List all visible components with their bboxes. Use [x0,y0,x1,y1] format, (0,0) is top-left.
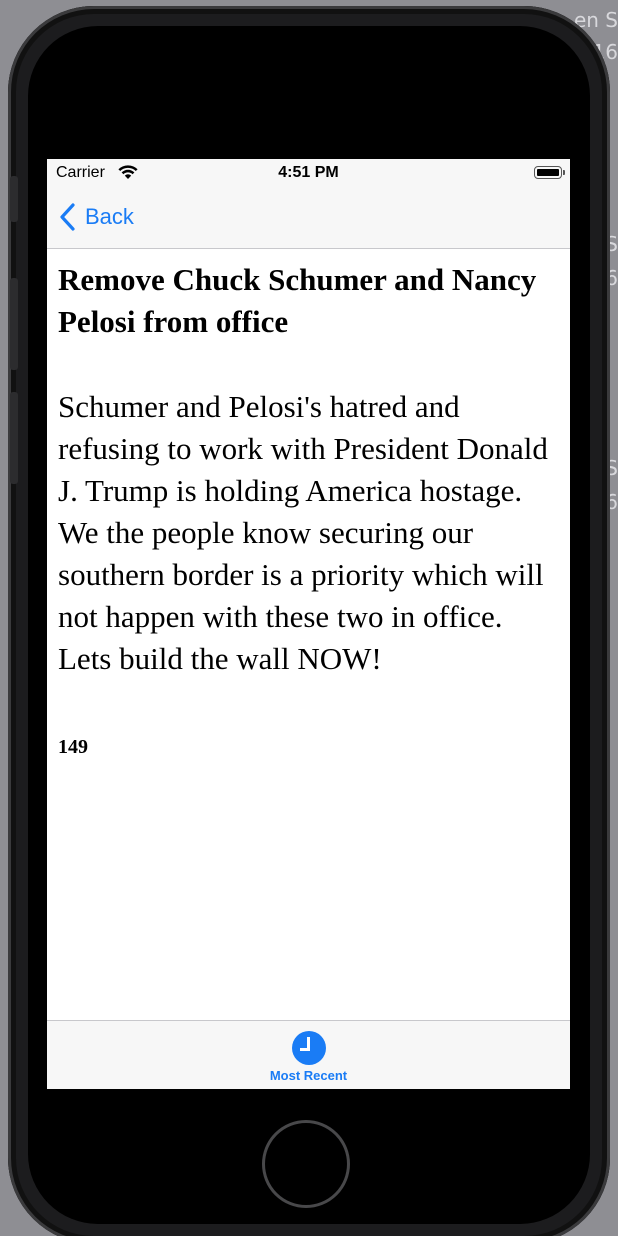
petition-body: Schumer and Pelosi's hatred and refusing… [58,389,548,676]
chevron-left-icon [60,203,75,231]
home-button[interactable] [262,1120,350,1208]
tab-bar: Most Recent [47,1020,570,1089]
volume-down-button [10,392,18,484]
clock-icon [291,1031,326,1065]
tab-label: Most Recent [269,1068,348,1083]
signature-count: 149 [58,736,88,758]
petition-title: Remove Chuck Schumer and Nancy Pelosi fr… [58,262,537,339]
petition-content: Remove Chuck Schumer and Nancy Pelosi fr… [58,259,556,759]
volume-up-button [10,278,18,370]
status-time: 4:51 PM [278,164,339,181]
tab-most-recent[interactable]: Most Recent [47,1031,570,1083]
app-screen: Carrier 4:51 PM Back Remove Chuck Schume… [47,159,570,1089]
status-bar: Carrier 4:51 PM [47,159,570,187]
back-label: Back [85,204,134,229]
back-button[interactable]: Back [57,202,134,232]
battery-icon [534,166,565,179]
navigation-bar: Back [47,187,570,249]
mute-switch [10,176,18,222]
